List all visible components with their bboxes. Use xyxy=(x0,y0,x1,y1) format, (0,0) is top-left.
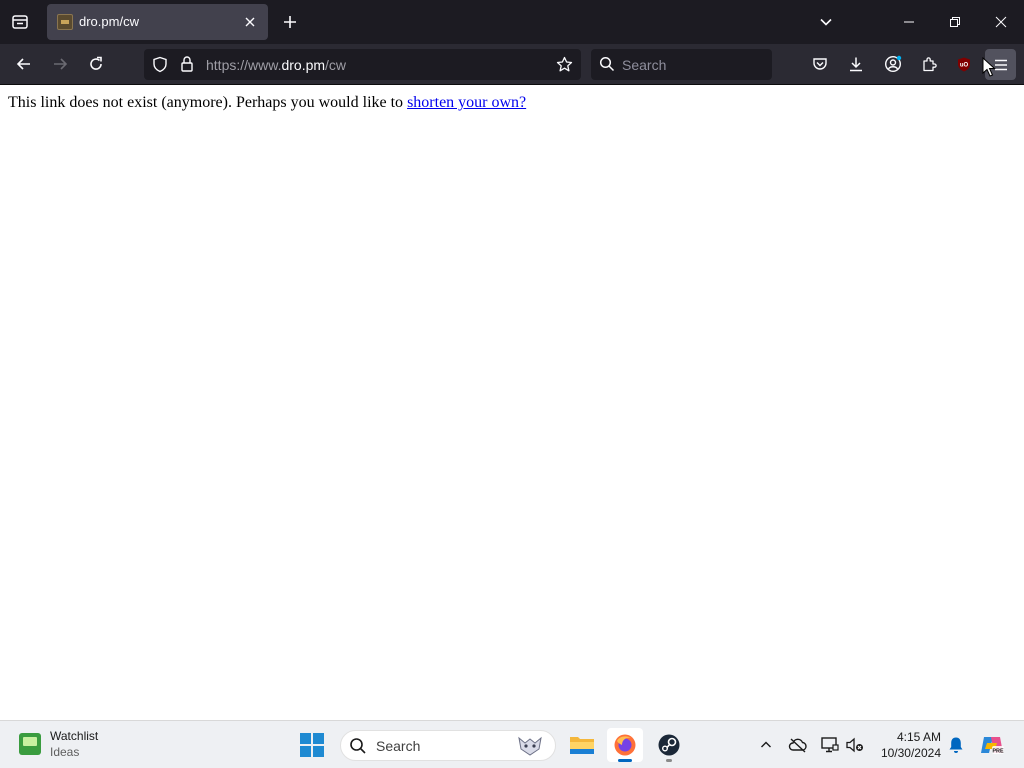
list-all-tabs-button[interactable] xyxy=(812,8,840,36)
restore-icon xyxy=(950,17,960,27)
steam-taskbar-button[interactable] xyxy=(651,728,687,762)
clock-time[interactable]: 4:15 AM xyxy=(870,730,941,744)
svg-text:uO: uO xyxy=(960,63,969,69)
search-highlight-icon xyxy=(515,735,545,757)
extensions-button[interactable] xyxy=(915,50,943,78)
taskbar-search-placeholder: Search xyxy=(376,738,421,754)
network-button[interactable] xyxy=(818,733,842,757)
svg-text:PRE: PRE xyxy=(992,749,1004,755)
onedrive-button[interactable] xyxy=(786,733,810,757)
window-close-button[interactable] xyxy=(978,0,1024,44)
firefox-icon xyxy=(614,734,636,756)
taskbar: Watchlist Ideas Search 4:15 AM 10/30/202… xyxy=(0,720,1024,768)
bookmark-star-icon[interactable] xyxy=(556,56,573,78)
downloads-button[interactable] xyxy=(842,50,870,78)
notifications-button[interactable] xyxy=(944,733,968,757)
url-host: dro.pm xyxy=(281,57,326,73)
active-tab[interactable]: dro.pm/cw xyxy=(47,4,268,40)
cloud-off-icon xyxy=(788,738,807,753)
widgets-button[interactable]: Watchlist Ideas xyxy=(10,725,120,765)
mouse-cursor-icon xyxy=(982,57,996,77)
search-icon xyxy=(599,56,615,77)
back-button[interactable] xyxy=(10,50,38,78)
download-icon xyxy=(850,57,862,72)
url-text[interactable]: https://www.dro.pm/cw xyxy=(206,57,346,73)
running-indicator xyxy=(666,759,672,762)
minimize-icon xyxy=(904,21,914,23)
search-placeholder: Search xyxy=(622,57,667,73)
forward-button[interactable] xyxy=(46,50,74,78)
account-icon xyxy=(884,55,902,73)
monitor-icon xyxy=(821,737,839,753)
restore-button[interactable] xyxy=(932,0,978,44)
taskbar-search-box[interactable]: Search xyxy=(340,730,556,761)
page-content: This link does not exist (anymore). Perh… xyxy=(0,85,1024,720)
steam-icon xyxy=(658,734,680,756)
error-message: This link does not exist (anymore). Perh… xyxy=(8,94,526,112)
copilot-button[interactable]: PRE xyxy=(980,733,1004,757)
new-tab-button[interactable] xyxy=(276,8,304,36)
widget-title: Watchlist xyxy=(50,729,99,743)
show-hidden-icons-button[interactable] xyxy=(754,733,778,757)
search-icon xyxy=(349,737,367,760)
folder-icon xyxy=(570,737,594,754)
reload-button[interactable] xyxy=(82,50,110,78)
error-message-text: This link does not exist (anymore). Perh… xyxy=(8,94,408,111)
account-button[interactable] xyxy=(879,50,907,78)
start-button[interactable] xyxy=(300,733,324,757)
clock-date[interactable]: 10/30/2024 xyxy=(870,746,941,760)
tab-bar: dro.pm/cw xyxy=(0,0,1024,44)
site-favicon-icon xyxy=(57,14,73,30)
tab-close-button[interactable] xyxy=(238,10,262,34)
close-icon xyxy=(995,16,1007,28)
tracking-protection-shield-icon[interactable] xyxy=(152,56,168,78)
firefox-taskbar-button[interactable] xyxy=(607,728,643,762)
pocket-icon xyxy=(813,58,827,70)
ublock-origin-button[interactable]: uO xyxy=(950,50,978,78)
stock-chart-icon xyxy=(19,733,41,755)
firefox-view-button[interactable] xyxy=(6,8,34,36)
lock-icon[interactable] xyxy=(180,55,194,78)
volume-button[interactable] xyxy=(843,733,867,757)
bell-icon xyxy=(949,737,963,753)
ublock-shield-icon: uO xyxy=(958,57,970,72)
tab-title: dro.pm/cw xyxy=(79,14,139,29)
shorten-link[interactable]: shorten your own? xyxy=(407,94,526,111)
minimize-button[interactable] xyxy=(886,0,932,44)
file-explorer-button[interactable] xyxy=(564,728,600,762)
speaker-muted-icon xyxy=(846,737,863,753)
puzzle-icon xyxy=(922,56,937,71)
widget-subtitle: Ideas xyxy=(50,745,80,759)
windows-logo-icon xyxy=(300,733,311,744)
url-prefix: https://www. xyxy=(206,57,282,73)
pocket-button[interactable] xyxy=(806,50,834,78)
arrow-right-icon xyxy=(54,58,68,70)
arrow-left-icon xyxy=(16,58,30,70)
plus-icon xyxy=(284,16,296,28)
reload-icon xyxy=(90,56,102,70)
search-bar[interactable]: Search xyxy=(591,49,772,80)
running-indicator xyxy=(618,759,632,762)
firefox-view-icon xyxy=(12,15,28,29)
chevron-up-icon xyxy=(761,741,771,748)
address-bar[interactable]: https://www.dro.pm/cw xyxy=(144,49,581,80)
chevron-down-icon xyxy=(820,18,832,26)
url-path: /cw xyxy=(325,57,347,73)
copilot-icon: PRE xyxy=(981,737,1004,755)
close-icon xyxy=(245,17,255,27)
